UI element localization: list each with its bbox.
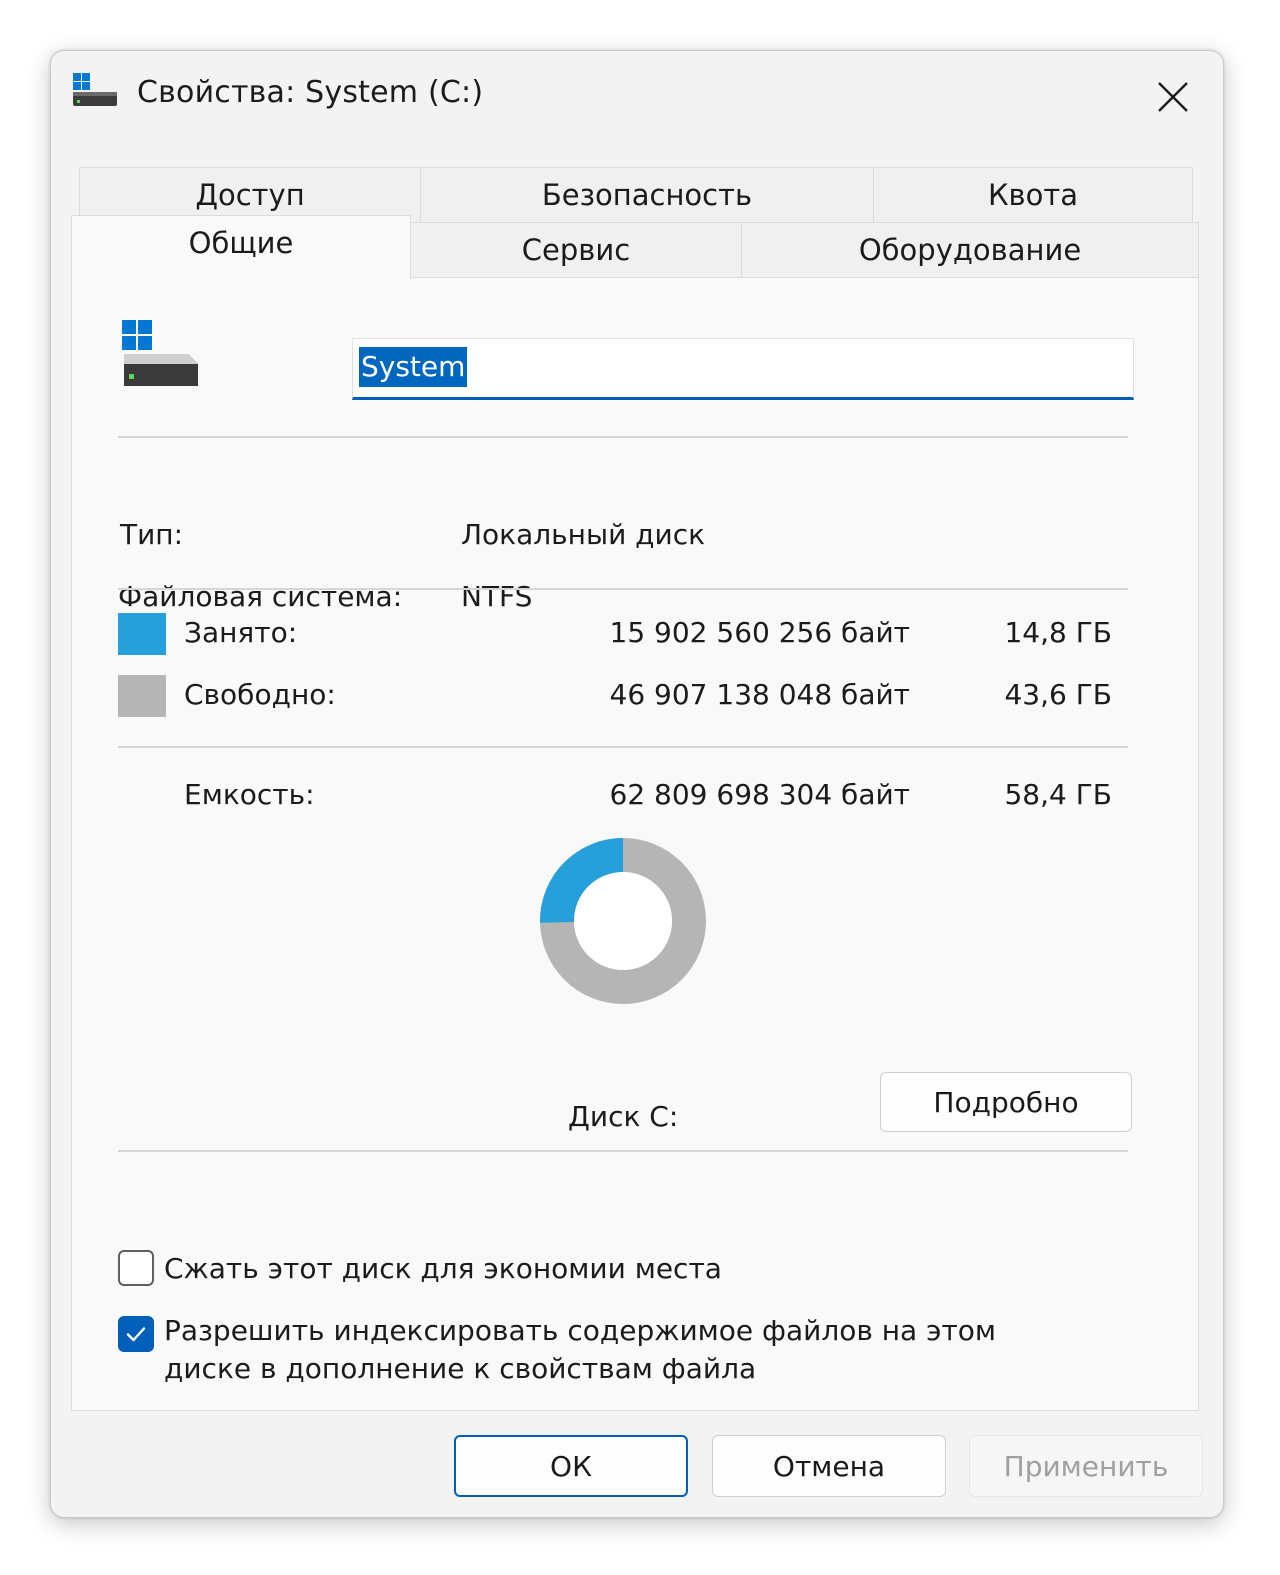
divider bbox=[118, 588, 1128, 590]
used-space-size: 14,8 ГБ bbox=[1004, 616, 1112, 649]
general-tab-panel: System Тип: Локальный диск Файловая сист… bbox=[71, 277, 1199, 1411]
tab-quota[interactable]: Квота bbox=[873, 167, 1193, 223]
tab-security[interactable]: Безопасность bbox=[420, 167, 874, 223]
properties-dialog: Свойства: System (C:) Доступ Безопасност… bbox=[50, 50, 1224, 1518]
volume-name-selection: System bbox=[359, 347, 468, 387]
tab-service[interactable]: Сервис bbox=[410, 222, 742, 278]
used-space-bytes: 15 902 560 256 байт bbox=[609, 616, 911, 649]
window-title: Свойства: System (C:) bbox=[137, 75, 484, 110]
capacity-size: 58,4 ГБ bbox=[1004, 778, 1112, 811]
divider bbox=[118, 436, 1128, 438]
volume-name-input[interactable]: System bbox=[352, 338, 1134, 400]
free-space-label: Свободно: bbox=[184, 678, 336, 711]
divider bbox=[118, 746, 1128, 748]
index-label[interactable]: Разрешить индексировать содержимое файло… bbox=[164, 1312, 996, 1388]
ok-button[interactable]: ОК bbox=[454, 1435, 688, 1497]
donut-hole bbox=[574, 872, 672, 970]
drive-icon bbox=[73, 73, 117, 106]
windows-drive-icon bbox=[122, 320, 198, 386]
type-value: Локальный диск bbox=[461, 518, 706, 551]
close-button[interactable] bbox=[1149, 73, 1197, 121]
capacity-label: Емкость: bbox=[184, 778, 315, 811]
compress-checkbox[interactable] bbox=[118, 1250, 154, 1286]
capacity-bytes: 62 809 698 304 байт bbox=[609, 778, 911, 811]
index-checkbox[interactable] bbox=[118, 1316, 154, 1352]
title-bar: Свойства: System (C:) bbox=[51, 51, 1223, 143]
free-space-size: 43,6 ГБ bbox=[1004, 678, 1112, 711]
apply-button[interactable]: Применить bbox=[969, 1435, 1203, 1497]
tab-general[interactable]: Общие bbox=[71, 215, 411, 279]
index-label-line2: диске в дополнение к свойствам файла bbox=[164, 1352, 757, 1385]
type-label: Тип: bbox=[120, 518, 184, 551]
compress-label[interactable]: Сжать этот диск для экономии места bbox=[164, 1250, 722, 1288]
filesystem-label: Файловая система: bbox=[118, 580, 403, 613]
cancel-button[interactable]: Отмена bbox=[712, 1435, 946, 1497]
tab-hardware[interactable]: Оборудование bbox=[741, 222, 1199, 278]
free-space-swatch bbox=[118, 675, 166, 717]
index-label-line1: Разрешить индексировать содержимое файло… bbox=[164, 1314, 997, 1347]
checkmark-icon bbox=[126, 1327, 146, 1342]
disk-usage-donut bbox=[540, 838, 706, 1004]
used-space-swatch bbox=[118, 613, 166, 655]
disk-label: Диск C: bbox=[568, 1100, 679, 1133]
filesystem-value: NTFS bbox=[461, 580, 533, 613]
close-icon bbox=[1158, 82, 1188, 112]
used-space-label: Занято: bbox=[184, 616, 298, 649]
divider bbox=[118, 1150, 1128, 1152]
details-button[interactable]: Подробно bbox=[880, 1072, 1132, 1132]
free-space-bytes: 46 907 138 048 байт bbox=[609, 678, 911, 711]
